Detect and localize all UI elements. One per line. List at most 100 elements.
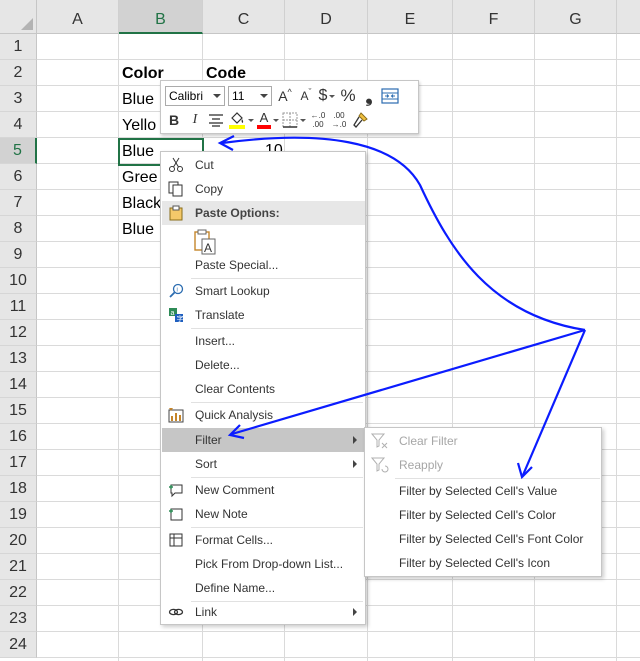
column-header-h[interactable] — [617, 0, 640, 34]
svg-text:a: a — [171, 310, 175, 317]
cell-b7[interactable]: Black — [119, 190, 160, 216]
font-size-value: 11 — [232, 89, 245, 103]
row-header-24[interactable]: 24 — [0, 632, 37, 658]
row-header-4[interactable]: 4 — [0, 112, 37, 138]
menu-item-cut[interactable]: Cut — [162, 153, 365, 177]
center-align-button[interactable] — [207, 109, 225, 131]
select-all-corner[interactable] — [0, 0, 37, 34]
select-all-triangle-icon — [21, 18, 33, 30]
mini-toolbar: Calibri 11 A ^ Aˇ $ % ❟ B I A ←.0.00 .00 →… — [160, 80, 419, 134]
row-header-17[interactable]: 17 — [0, 450, 37, 476]
quick-analysis-icon — [167, 406, 185, 424]
format-painter-button[interactable] — [351, 109, 369, 131]
menu-item-sort[interactable]: Sort — [162, 452, 365, 476]
caret-down-icon: ˇ — [308, 87, 312, 97]
submenu-item-reapply-label: Reapply — [399, 458, 444, 472]
row-header-9[interactable]: 9 — [0, 242, 37, 268]
font-size-box[interactable]: 11 — [228, 86, 272, 106]
column-header-a[interactable]: A — [37, 0, 119, 34]
merge-center-button[interactable] — [381, 85, 399, 107]
shrink-font-button[interactable]: Aˇ — [297, 85, 315, 107]
bold-button[interactable]: B — [165, 109, 183, 131]
column-header-c[interactable]: C — [203, 0, 285, 34]
row-header-1[interactable]: 1 — [0, 34, 37, 60]
column-header-b[interactable]: B — [119, 0, 203, 34]
menu-item-delete[interactable]: Delete... — [162, 353, 365, 377]
smart-lookup-icon: i — [167, 282, 185, 300]
gridline — [616, 34, 617, 661]
cell-b4[interactable]: Yello — [119, 112, 160, 138]
row-header-10[interactable]: 10 — [0, 268, 37, 294]
increase-decimal-button[interactable]: ←.0.00 — [309, 109, 327, 131]
cell-b6[interactable]: Gree — [119, 164, 160, 190]
submenu-item-clear-filter[interactable]: Clear Filter — [366, 429, 601, 453]
gridline — [37, 657, 640, 658]
menu-item-insert-label: Insert... — [195, 334, 236, 348]
merge-center-icon — [381, 88, 399, 104]
row-header-11[interactable]: 11 — [0, 294, 37, 320]
borders-button[interactable] — [282, 109, 306, 131]
submenu-item-reapply[interactable]: Reapply — [366, 453, 601, 477]
row-header-22[interactable]: 22 — [0, 580, 37, 606]
row-header-12[interactable]: 12 — [0, 320, 37, 346]
row-header-13[interactable]: 13 — [0, 346, 37, 372]
currency-format-button[interactable]: $ — [318, 85, 336, 107]
cell-b8[interactable]: Blue — [119, 216, 160, 242]
submenu-item-filter-by-font-color[interactable]: Filter by Selected Cell's Font Color — [366, 527, 601, 551]
menu-item-paste-special[interactable]: Paste Special... — [162, 253, 365, 277]
link-icon — [167, 603, 185, 621]
row-header-16[interactable]: 16 — [0, 424, 37, 450]
submenu-item-filter-by-color[interactable]: Filter by Selected Cell's Color — [366, 503, 601, 527]
row-header-14[interactable]: 14 — [0, 372, 37, 398]
row-header-8[interactable]: 8 — [0, 216, 37, 242]
column-header-f[interactable]: F — [453, 0, 535, 34]
row-header-18[interactable]: 18 — [0, 476, 37, 502]
menu-item-link[interactable]: Link — [162, 600, 365, 624]
submenu-item-filter-by-icon[interactable]: Filter by Selected Cell's Icon — [366, 551, 601, 575]
menu-item-smart-lookup[interactable]: i Smart Lookup — [162, 279, 365, 303]
menu-item-pick-from-dropdown[interactable]: Pick From Drop-down List... — [162, 552, 365, 576]
scissors-icon — [167, 156, 185, 174]
menu-item-format-cells[interactable]: Format Cells... — [162, 528, 365, 552]
menu-item-new-note[interactable]: New Note — [162, 502, 365, 526]
grow-font-button[interactable]: A ^ — [276, 85, 294, 107]
row-header-5[interactable]: 5 — [0, 138, 37, 164]
fill-color-button[interactable] — [228, 109, 254, 131]
submenu-item-filter-by-value[interactable]: Filter by Selected Cell's Value — [366, 479, 601, 503]
italic-button[interactable]: I — [186, 109, 204, 131]
percent-style-button[interactable]: % — [339, 85, 357, 107]
submenu-item-clear-filter-label: Clear Filter — [399, 434, 458, 448]
menu-item-new-comment[interactable]: New Comment — [162, 478, 365, 502]
row-header-3[interactable]: 3 — [0, 86, 37, 112]
menu-item-define-name[interactable]: Define Name... — [162, 576, 365, 600]
font-color-button[interactable]: A — [257, 109, 279, 131]
row-header-23[interactable]: 23 — [0, 606, 37, 632]
row-header-7[interactable]: 7 — [0, 190, 37, 216]
column-header-d[interactable]: D — [285, 0, 368, 34]
paste-options-label: Paste Options: — [195, 206, 280, 220]
row-header-6[interactable]: 6 — [0, 164, 37, 190]
clear-filter-icon — [370, 432, 389, 450]
menu-item-clear-contents[interactable]: Clear Contents — [162, 377, 365, 401]
format-painter-icon — [353, 112, 368, 128]
menu-item-copy[interactable]: Copy — [162, 177, 365, 201]
font-name-box[interactable]: Calibri — [165, 86, 225, 106]
row-header-15[interactable]: 15 — [0, 398, 37, 424]
row-header-21[interactable]: 21 — [0, 554, 37, 580]
menu-item-insert[interactable]: Insert... — [162, 329, 365, 353]
menu-item-translate[interactable]: a字 Translate — [162, 303, 365, 327]
comma-style-button[interactable]: ❟ — [360, 85, 378, 107]
menu-item-quick-analysis[interactable]: Quick Analysis — [162, 403, 365, 427]
column-header-g[interactable]: G — [535, 0, 617, 34]
column-header-e[interactable]: E — [368, 0, 453, 34]
filter-submenu: Clear Filter Reapply Filter by Selected … — [364, 427, 602, 577]
new-comment-icon — [167, 481, 185, 499]
row-header-20[interactable]: 20 — [0, 528, 37, 554]
cell-c5[interactable]: 10 — [262, 138, 285, 151]
menu-item-filter[interactable]: Filter — [162, 428, 365, 452]
paste-button[interactable]: A — [194, 229, 216, 255]
row-header-2[interactable]: 2 — [0, 60, 37, 86]
row-header-19[interactable]: 19 — [0, 502, 37, 528]
decrease-decimal-button[interactable]: .00 →.0 — [330, 109, 348, 131]
mini-toolbar-row-2: B I A ←.0.00 .00 →.0 — [165, 109, 372, 131]
